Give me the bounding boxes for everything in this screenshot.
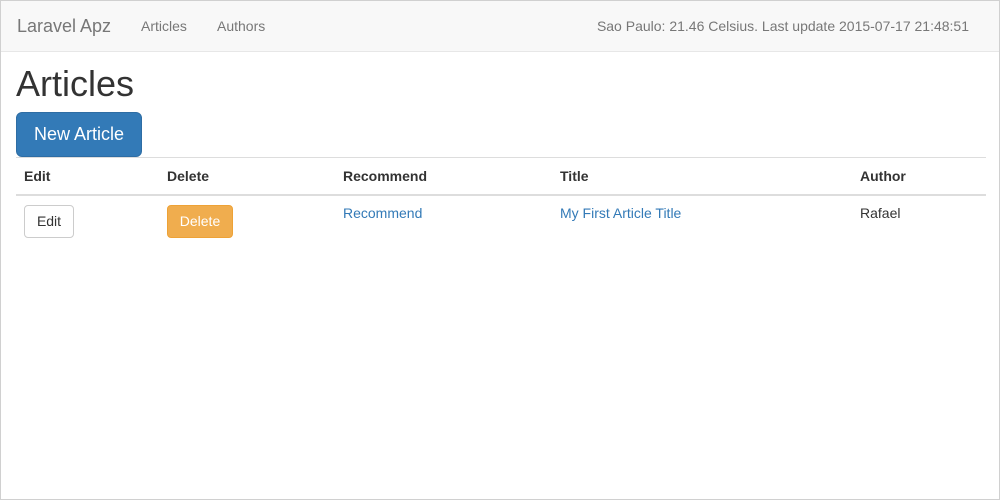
table-row: Edit Delete Recommend My First Article T… xyxy=(16,195,986,246)
articles-table-container: Edit Delete Recommend Title Author Edit … xyxy=(16,157,986,246)
header-recommend: Recommend xyxy=(335,157,552,196)
article-title-link[interactable]: My First Article Title xyxy=(560,205,681,221)
header-delete: Delete xyxy=(159,157,335,196)
nav-link-articles[interactable]: Articles xyxy=(141,18,187,34)
header-edit: Edit xyxy=(16,157,159,196)
cell-delete: Delete xyxy=(159,195,335,246)
header-author: Author xyxy=(852,157,986,196)
page-title: Articles xyxy=(16,63,135,104)
cell-edit: Edit xyxy=(16,195,159,246)
nav-link-authors[interactable]: Authors xyxy=(217,18,265,34)
brand-link[interactable]: Laravel Apz xyxy=(17,16,111,37)
edit-button[interactable]: Edit xyxy=(24,204,74,238)
delete-button[interactable]: Delete xyxy=(167,204,233,238)
author-name: Rafael xyxy=(860,204,901,221)
new-article-button[interactable]: New Article xyxy=(16,112,142,157)
cell-title: My First Article Title xyxy=(552,195,852,246)
cell-author: Rafael xyxy=(852,195,986,246)
recommend-link[interactable]: Recommend xyxy=(343,205,422,221)
table-header-row: Edit Delete Recommend Title Author xyxy=(16,157,986,196)
cell-recommend: Recommend xyxy=(335,195,552,246)
header-title: Title xyxy=(552,157,852,196)
browser-viewport: Laravel Apz Articles Authors Sao Paulo: … xyxy=(0,0,1000,500)
top-navbar: Laravel Apz Articles Authors Sao Paulo: … xyxy=(1,1,999,52)
articles-table: Edit Delete Recommend Title Author Edit … xyxy=(16,157,986,246)
weather-status: Sao Paulo: 21.46 Celsius. Last update 20… xyxy=(596,18,969,34)
